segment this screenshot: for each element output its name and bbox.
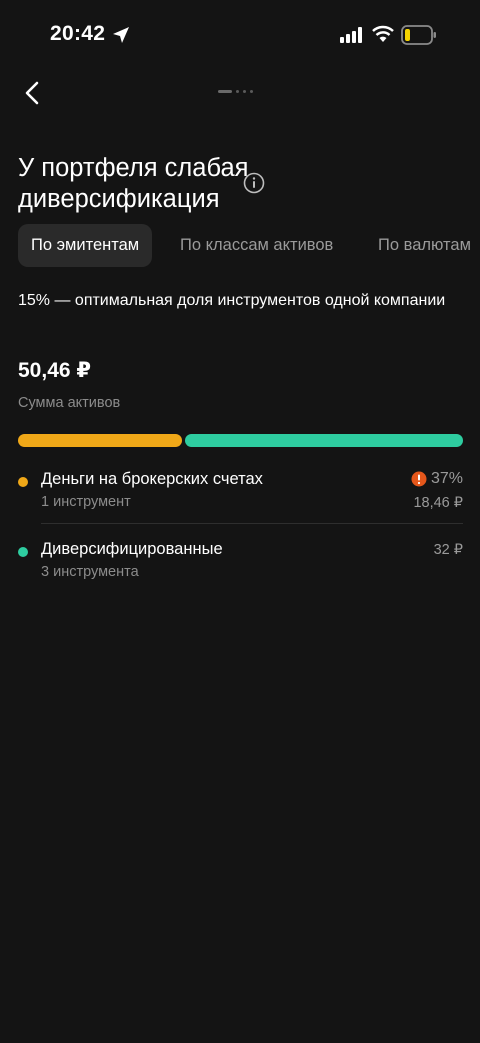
tab-by-issuers[interactable]: По эмитентам	[18, 224, 153, 267]
status-time: 20:42	[50, 22, 106, 45]
tab-by-asset-classes[interactable]: По классам активов	[180, 224, 333, 267]
distribution-bar-segment	[18, 434, 182, 447]
divider	[41, 523, 463, 524]
item-instrument-count: 1 инструмент	[41, 494, 131, 510]
distribution-bar-segment	[184, 434, 463, 447]
page-indicator-dot	[243, 90, 246, 93]
distribution-bar	[18, 434, 463, 447]
back-button[interactable]	[18, 78, 48, 108]
battery-icon	[401, 25, 436, 45]
cellular-signal-icon	[340, 27, 362, 43]
wifi-icon	[372, 25, 394, 42]
page-indicator-active	[218, 90, 232, 93]
chevron-left-icon	[25, 81, 39, 105]
item-amount: 18,46 ₽	[413, 495, 463, 511]
status-bar: 20:42	[0, 0, 480, 70]
list-item-broker-cash[interactable]: Деньги на брокерских счетах 1 инструмент…	[18, 470, 463, 520]
item-color-dot	[18, 477, 28, 487]
item-name: Диверсифицированные	[41, 540, 223, 558]
description-text: 15% — оптимальная доля инструментов одно…	[18, 292, 446, 309]
page-title: У портфеля слабая диверсификация	[18, 154, 249, 214]
navigation-bar	[0, 70, 480, 114]
tab-bar: По эмитентам По классам активов По валют…	[18, 224, 480, 268]
item-name: Деньги на брокерских счетах	[41, 470, 263, 488]
total-amount-label: Сумма активов	[18, 395, 121, 411]
page-indicator-dot	[236, 90, 239, 93]
location-arrow-icon	[113, 27, 129, 43]
item-instrument-count: 3 инструмента	[41, 564, 139, 580]
total-amount: 50,46 ₽	[18, 359, 91, 382]
warning-icon	[411, 471, 427, 487]
info-icon[interactable]	[243, 172, 265, 194]
page-indicator-dot	[250, 90, 253, 93]
item-amount: 32 ₽	[433, 542, 463, 558]
item-percent: 37%	[430, 470, 463, 487]
item-color-dot	[18, 547, 28, 557]
tab-by-currencies[interactable]: По валютам	[378, 224, 471, 267]
list-item-diversified[interactable]: Диверсифицированные 3 инструмента 32 ₽	[18, 540, 463, 590]
